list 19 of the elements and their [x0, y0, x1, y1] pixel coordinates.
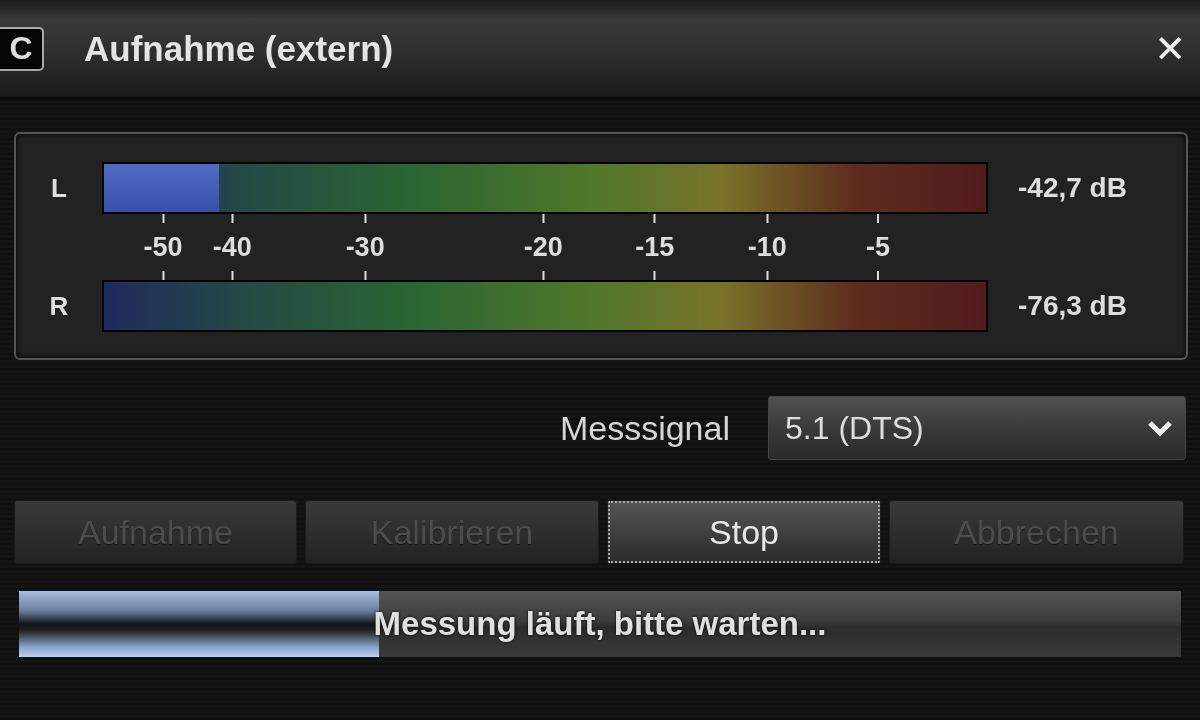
scale-label: -5 — [866, 231, 891, 263]
scale-label: -10 — [747, 231, 787, 263]
level-reading: -42,7 dB — [1018, 172, 1127, 204]
scale-label: -40 — [212, 231, 252, 263]
app-icon: C — [0, 26, 44, 71]
scale-label: -50 — [143, 231, 183, 263]
scale-label: -30 — [345, 231, 385, 263]
signal-dropdown[interactable]: 5.1 (DTS) — [768, 396, 1186, 460]
window-title: Aufnahme (extern) — [84, 28, 395, 69]
action-button[interactable]: Stop — [607, 500, 881, 564]
channel-label: R — [48, 290, 70, 322]
channel-label: L — [50, 172, 68, 204]
signal-label: Messsignal — [559, 408, 730, 448]
status-text: Messung läuft, bitte warten... — [373, 605, 827, 643]
scale-label: -20 — [523, 231, 563, 263]
level-reading: -76,3 dB — [1018, 290, 1127, 322]
close-button[interactable]: ✕ — [1154, 26, 1186, 71]
chevron-down-icon — [1147, 419, 1173, 437]
scale-label: -15 — [635, 231, 675, 263]
